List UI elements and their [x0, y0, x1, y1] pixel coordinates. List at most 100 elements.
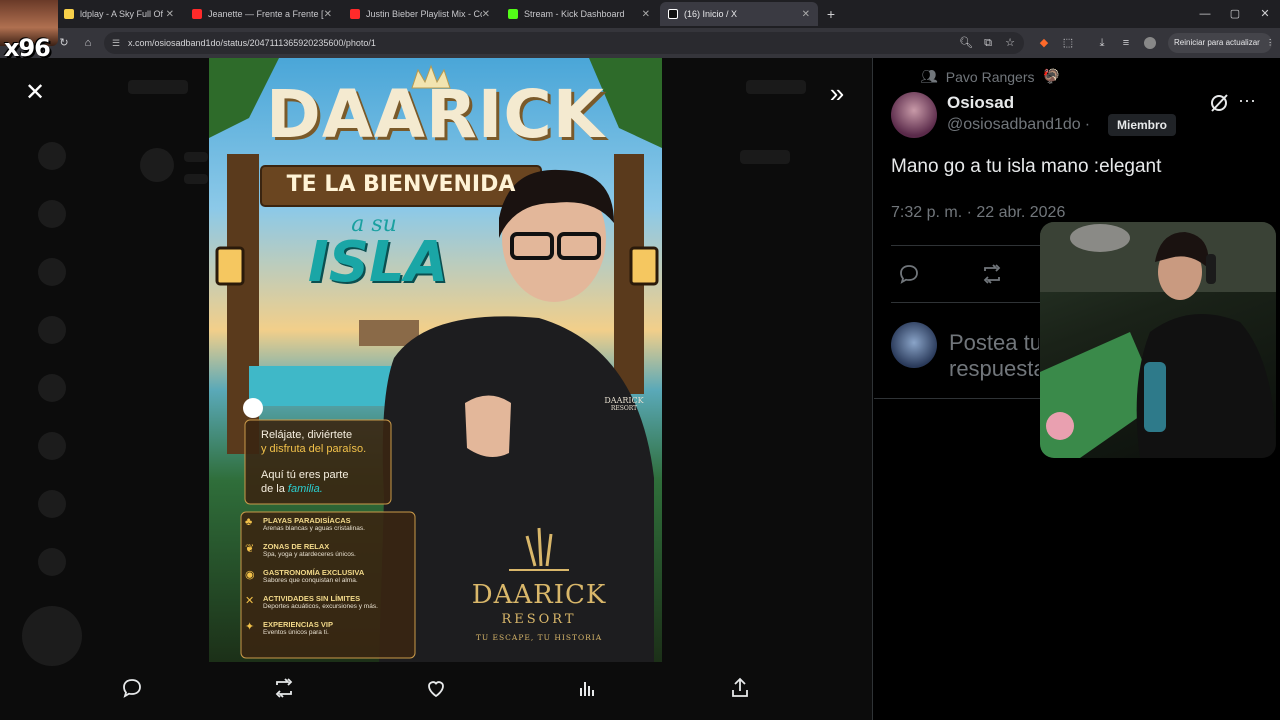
tweet-media-image[interactable]: DAARICK TE LA BIENVENIDA a su ISLA Reláj… [209, 58, 662, 662]
tab-close-icon[interactable]: ✕ [802, 9, 810, 20]
poster-island: ISLA [307, 230, 449, 295]
feature-title: EXPERIENCIAS VIP [263, 620, 334, 629]
grok-icon [38, 374, 66, 402]
home-icon[interactable]: ⌂ [78, 33, 98, 53]
divider [891, 245, 1041, 246]
minimize-button[interactable]: — [1190, 4, 1220, 24]
tab-close-icon[interactable]: ✕ [324, 9, 332, 20]
pointing-hand [465, 395, 511, 457]
person-shirt [379, 316, 654, 662]
poster-line: Relájate, diviértete [261, 429, 353, 441]
tweet-text: Mano go a tu isla mano :elegant [891, 156, 1162, 177]
tweet-reply-button[interactable] [897, 262, 921, 291]
feature-desc: Sabores que conquistan el alma. [263, 577, 358, 584]
views-button[interactable] [573, 676, 603, 706]
restart-update-button[interactable]: Reiniciar para actualizar ⋮ [1168, 33, 1274, 53]
tab-jeanette[interactable]: Jeanette — Frente a Frente [Le ✕ [184, 2, 340, 26]
extension-icon[interactable]: ◆ [1034, 33, 1054, 53]
extensions-puzzle-icon[interactable]: ⬚ [1058, 33, 1078, 53]
profile-avatar[interactable] [1140, 33, 1160, 53]
lantern-icon [629, 246, 659, 286]
maximize-button[interactable]: ▢ [1220, 4, 1250, 24]
like-button[interactable] [421, 676, 451, 706]
repost-button[interactable] [269, 676, 299, 706]
download-icon[interactable]: ⤓ [1092, 33, 1112, 53]
tab-close-icon[interactable]: ✕ [642, 9, 650, 20]
ghost-text [184, 152, 208, 162]
poster-line: y disfruta del paraíso. [261, 443, 367, 455]
author-display-name[interactable]: Osiosad [947, 93, 1014, 113]
youtube-icon [192, 9, 202, 19]
close-media-button[interactable]: ✕ [22, 80, 48, 106]
reply-input[interactable]: Postea tu respuesta [949, 330, 1039, 382]
tab-title: ldplay - A Sky Full Of Stars ( [80, 9, 166, 19]
poster-banner: TE LA BIENVENIDA [286, 172, 516, 197]
profile-icon [38, 490, 66, 518]
heart-icon [428, 681, 444, 698]
member-badge: Miembro [1108, 114, 1177, 136]
home-icon [38, 142, 66, 170]
more-options-icon[interactable]: ··· [1238, 90, 1256, 111]
tab-bieber[interactable]: Justin Bieber Playlist Mix - Com ✕ [342, 2, 498, 26]
feature-item: ✕ ACTIVIDADES SIN LÍMITES Deportes acuát… [245, 594, 413, 620]
dish-icon: ◉ [245, 569, 255, 581]
spa-icon: ❦ [245, 543, 255, 555]
sticker-icon [1046, 412, 1074, 440]
ghost-tab [746, 80, 806, 94]
feature-title: GASTRONOMÍA EXCLUSIVA [263, 568, 365, 577]
share-button[interactable] [725, 676, 755, 706]
repost-icon [275, 678, 293, 698]
more-menu-icon[interactable]: ⋮ [1266, 38, 1274, 47]
reply-button[interactable] [117, 676, 147, 706]
poster-line: Aquí tú eres parte [261, 469, 349, 481]
x-logo-icon [668, 9, 678, 19]
feature-item: ◉ GASTRONOMÍA EXCLUSIVA Sabores que conq… [245, 568, 413, 594]
bookmark-star-icon[interactable]: ☆ [1000, 33, 1020, 53]
author-avatar[interactable] [891, 92, 937, 138]
window-close-button[interactable]: ✕ [1250, 4, 1280, 24]
restart-label: Reiniciar para actualizar [1174, 38, 1260, 47]
analytics-icon [580, 682, 594, 696]
poster-line-em: familia. [287, 483, 323, 495]
feature-item: ❦ ZONAS DE RELAX Spa, yoga y atardeceres… [245, 542, 413, 568]
address-bar[interactable]: ☰ x.com/osiosadband1do/status/2047111365… [104, 32, 1024, 54]
tab-close-icon[interactable]: ✕ [482, 9, 490, 20]
tab-coldplay[interactable]: ldplay - A Sky Full Of Stars ( ✕ [56, 2, 182, 26]
next-media-button[interactable]: » [824, 78, 850, 108]
star-icon: ✦ [245, 621, 255, 633]
feature-desc: Arenas blancas y aguas cristalinas. [263, 525, 365, 532]
author-meta: @osiosadband1do · [947, 116, 1090, 134]
tweet-timestamp[interactable]: 7:32 p. m. · 22 abr. 2026 [891, 204, 1065, 222]
reply-placeholder: respuesta [949, 356, 1039, 381]
community-header[interactable]: 👥︎ Pavo Rangers 🦃 [920, 68, 1060, 85]
grok-explain-button[interactable] [1206, 90, 1232, 116]
youtube-icon [350, 9, 360, 19]
meta-separator: · [1084, 116, 1091, 133]
poster-line: de la familia. [261, 482, 348, 496]
webcam-lamp [1070, 224, 1130, 252]
current-user-avatar[interactable] [891, 322, 937, 368]
divider [891, 302, 1041, 303]
media-control-icon[interactable]: ≡ [1116, 33, 1136, 53]
tab-kick[interactable]: Stream - Kick Dashboard ✕ [500, 2, 658, 26]
tweet-repost-button[interactable] [980, 262, 1004, 291]
feature-title: ZONAS DE RELAX [263, 542, 330, 551]
share-icon [732, 677, 748, 697]
grok-icon [1211, 94, 1228, 112]
site-info-icon[interactable]: ☰ [112, 32, 120, 54]
tab-close-icon[interactable]: ✕ [166, 9, 174, 20]
webcam-feed [1040, 222, 1276, 458]
lantern-icon [215, 246, 245, 286]
zoom-icon[interactable]: 🔍︎ [956, 33, 976, 53]
cast-icon[interactable]: ⧉ [978, 33, 998, 53]
tab-favicon [64, 9, 74, 19]
tab-title: (16) Inicio / X [684, 9, 738, 19]
more-icon [38, 548, 66, 576]
new-tab-button[interactable]: + [816, 4, 846, 24]
compose-icon [22, 606, 82, 666]
tab-title: Justin Bieber Playlist Mix - Com [366, 9, 482, 19]
author-handle[interactable]: @osiosadband1do [947, 116, 1081, 134]
flower-icon [243, 398, 263, 418]
brand-tagline: TU ESCAPE, TU HISTORIA [475, 633, 603, 642]
tab-x-home[interactable]: (16) Inicio / X ✕ [660, 2, 818, 26]
